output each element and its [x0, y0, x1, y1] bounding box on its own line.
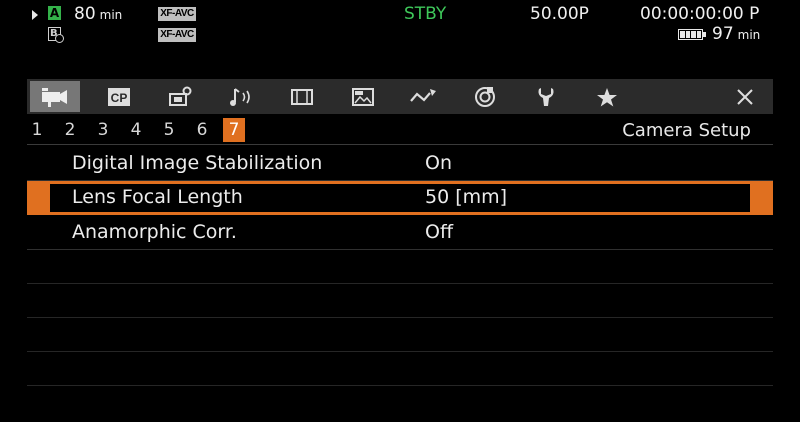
remaining-time-value: 80	[74, 4, 96, 24]
page-1[interactable]: 1	[27, 120, 47, 140]
camera-icon	[42, 87, 67, 107]
menu-empty-row	[27, 250, 773, 284]
network-icon	[410, 88, 436, 102]
card-slot-a-badge: A	[48, 6, 61, 20]
system-icon	[475, 86, 495, 107]
section-title: Camera Setup	[622, 120, 751, 141]
page-3[interactable]: 3	[93, 120, 113, 140]
recording-media-icon	[169, 86, 192, 106]
audio-icon	[230, 87, 250, 106]
recording-mode-status: STBY	[404, 4, 447, 24]
tab-monitoring[interactable]	[277, 81, 327, 112]
close-menu-button[interactable]	[720, 81, 770, 112]
tab-assignable[interactable]	[338, 81, 388, 112]
menu-tab-bar: CP	[27, 79, 773, 114]
assignable-icon	[352, 87, 374, 106]
page-2[interactable]: 2	[60, 120, 80, 140]
play-indicator-icon	[32, 10, 38, 20]
page-4[interactable]: 4	[126, 120, 146, 140]
tab-custom-picture[interactable]: CP	[94, 81, 144, 112]
menu-item-label: Anamorphic Corr.	[72, 221, 237, 243]
timecode-readout: 00:00:00:00 P	[640, 4, 760, 24]
wrench-icon	[538, 87, 554, 106]
recording-format-badge: XF-AVC	[158, 7, 196, 21]
tab-network[interactable]	[399, 81, 449, 112]
tab-camera-setup[interactable]	[30, 81, 80, 112]
menu-empty-row	[27, 352, 773, 386]
close-icon	[737, 88, 753, 105]
menu-item-label: Lens Focal Length	[72, 186, 243, 208]
star-icon	[597, 87, 617, 106]
page-selector: 1 2 3 4 5 6 7 Camera Setup	[27, 116, 773, 145]
page-5[interactable]: 5	[159, 120, 179, 140]
monitoring-icon	[291, 88, 313, 105]
menu-item-value: 50 [mm]	[425, 186, 508, 208]
menu-item-lens-focal-length-selected[interactable]: Lens Focal Length 50 [mm]	[47, 181, 753, 215]
remaining-recording-time: 80 min	[74, 4, 122, 24]
selection-marker-right	[751, 181, 773, 215]
menu-item-value: Off	[425, 221, 454, 243]
menu-empty-row	[27, 386, 773, 420]
custom-picture-icon: CP	[108, 87, 130, 106]
remaining-time-unit: min	[99, 8, 123, 22]
menu-item-anamorphic-corr[interactable]: Anamorphic Corr. Off	[27, 216, 773, 250]
no-card-icon	[55, 34, 64, 43]
battery-unit: min	[737, 28, 761, 42]
page-7-active[interactable]: 7	[223, 118, 245, 142]
frame-rate-readout: 50.00P	[530, 4, 589, 24]
page-6[interactable]: 6	[192, 120, 212, 140]
tab-recording-media[interactable]	[155, 81, 205, 112]
battery-remaining: 97 min	[712, 24, 760, 44]
menu-item-value: On	[425, 152, 452, 174]
recording-format-badge-secondary: XF-AVC	[158, 28, 196, 42]
menu-item-digital-image-stabilization[interactable]: Digital Image Stabilization On	[27, 147, 773, 181]
selection-marker-left	[27, 181, 49, 215]
battery-value: 97	[712, 24, 734, 44]
svg-text:CP: CP	[111, 91, 128, 105]
card-slot-b-badge: B	[48, 27, 64, 43]
menu-empty-row	[27, 284, 773, 318]
menu-empty-row	[27, 318, 773, 352]
tab-system[interactable]	[460, 81, 510, 112]
tab-my-menu[interactable]	[582, 81, 632, 112]
tab-audio[interactable]	[216, 81, 266, 112]
tab-maintenance[interactable]	[521, 81, 571, 112]
menu-item-label: Digital Image Stabilization	[72, 152, 323, 174]
battery-icon	[678, 29, 706, 40]
